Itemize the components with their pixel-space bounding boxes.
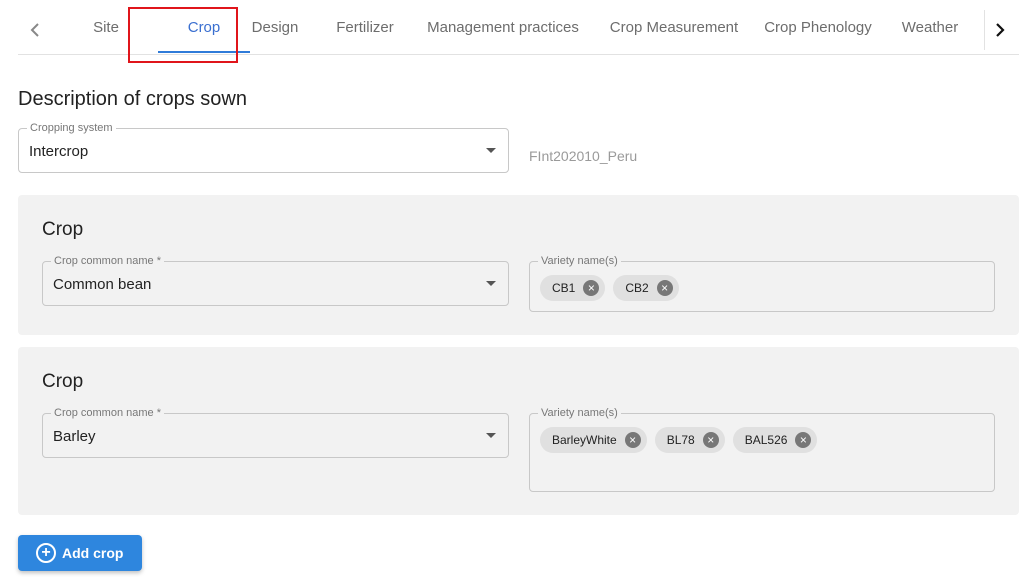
remove-chip-icon[interactable]: × [583, 280, 600, 296]
crop-common-name-select[interactable]: Crop common name * Barley [42, 407, 509, 458]
crop-common-name-label: Crop common name * [51, 407, 164, 420]
dropdown-arrow-icon[interactable] [486, 433, 496, 438]
variety-chips: BarleyWhite × BL78 × BAL526 × [540, 427, 818, 453]
tab-fertilizer[interactable]: Fertilizer [332, 0, 398, 55]
crop-card-title: Crop [42, 371, 84, 392]
variety-chip: BAL526 × [732, 427, 818, 453]
tab-bar: Site Crop Design Fertilizer Management p… [18, 0, 1019, 55]
variety-names-label: Variety name(s) [538, 255, 621, 268]
crop-common-name-value: Common bean [53, 276, 152, 293]
variety-chip-label: CB2 [625, 281, 649, 295]
tab-crop-measurement[interactable]: Crop Measurement [604, 0, 744, 55]
crop-card: Crop Crop common name * Common bean Vari… [18, 195, 1019, 335]
variety-chip-label: BarleyWhite [552, 433, 617, 447]
dropdown-arrow-icon[interactable] [486, 281, 496, 286]
trial-code: FInt202010_Peru [529, 148, 638, 164]
page-title: Description of crops sown [18, 88, 247, 110]
variety-chip: BL78 × [654, 427, 725, 453]
variety-chip-label: BL78 [666, 433, 695, 447]
add-crop-label: Add crop [62, 545, 124, 561]
chevron-left-icon [30, 23, 39, 37]
chevron-right-icon [995, 23, 1005, 37]
variety-names-field[interactable]: Variety name(s) BarleyWhite × BL78 × BAL… [529, 407, 995, 492]
crop-card-title: Crop [42, 219, 84, 240]
tab-management-practices[interactable]: Management practices [418, 0, 588, 55]
variety-names-field[interactable]: Variety name(s) CB1 × CB2 × [529, 255, 995, 312]
dropdown-arrow-icon[interactable] [486, 148, 496, 153]
tabs-scroll-right-button[interactable] [984, 10, 1014, 50]
crop-common-name-select[interactable]: Crop common name * Common bean [42, 255, 509, 306]
variety-chips: CB1 × CB2 × [540, 275, 679, 301]
remove-chip-icon[interactable]: × [624, 432, 641, 448]
variety-chip: CB2 × [613, 275, 679, 301]
cropping-system-value: Intercrop [29, 143, 89, 160]
variety-names-label: Variety name(s) [538, 407, 621, 420]
cropping-system-label: Cropping system [27, 122, 116, 135]
tab-site[interactable]: Site [80, 0, 132, 55]
variety-chip-label: BAL526 [744, 433, 788, 447]
variety-chip: CB1 × [540, 275, 606, 301]
remove-chip-icon[interactable]: × [795, 432, 812, 448]
add-circle-icon: + [36, 543, 56, 563]
tab-design[interactable]: Design [246, 0, 304, 55]
variety-chip-label: CB1 [552, 281, 576, 295]
active-tab-indicator [158, 51, 250, 53]
remove-chip-icon[interactable]: × [702, 432, 719, 448]
tabs-scroll-left-button[interactable] [20, 13, 50, 47]
tab-crop-phenology[interactable]: Crop Phenology [760, 0, 876, 55]
crop-common-name-label: Crop common name * [51, 255, 164, 268]
crop-card: Crop Crop common name * Barley Variety n… [18, 347, 1019, 515]
add-crop-button[interactable]: + Add crop [18, 535, 142, 571]
cropping-system-select[interactable]: Cropping system Intercrop [18, 122, 509, 173]
tab-weather[interactable]: Weather [896, 0, 964, 55]
crop-common-name-value: Barley [53, 428, 96, 445]
tab-crop[interactable]: Crop [158, 0, 250, 55]
remove-chip-icon[interactable]: × [656, 280, 673, 296]
variety-chip: BarleyWhite × [540, 427, 647, 453]
